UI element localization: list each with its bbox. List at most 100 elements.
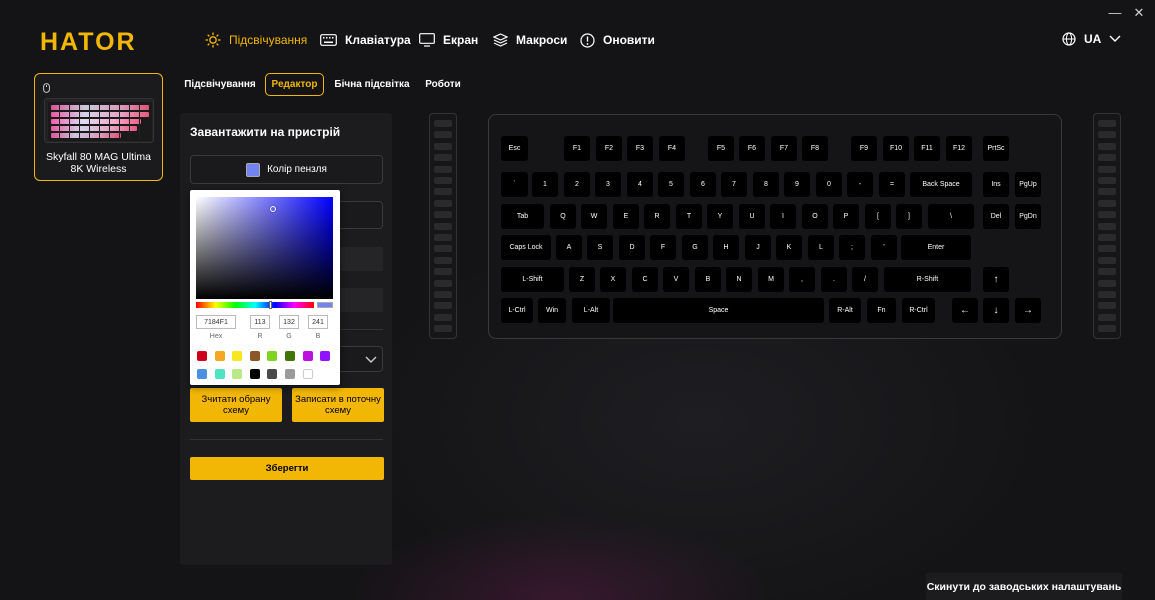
light-bar-segment[interactable] — [1098, 313, 1116, 321]
key-esc[interactable]: Esc — [501, 136, 528, 161]
saturation-value-area[interactable] — [196, 197, 333, 299]
key-ins[interactable]: Ins — [983, 172, 1009, 197]
light-bar-segment[interactable] — [434, 302, 452, 310]
key-tab[interactable]: Tab — [501, 204, 544, 229]
key-r[interactable]: R — [644, 204, 670, 229]
r-input[interactable]: 113 — [250, 315, 270, 329]
preset-color-swatch[interactable] — [215, 369, 225, 379]
key-1[interactable]: 1 — [532, 172, 558, 197]
hue-slider[interactable] — [196, 301, 314, 309]
light-bar-segment[interactable] — [434, 142, 452, 150]
nav-screen[interactable]: Екран — [419, 31, 478, 49]
key-[interactable]: ; — [839, 235, 865, 260]
light-bar-segment[interactable] — [434, 177, 452, 184]
color-cursor[interactable] — [270, 206, 276, 212]
key-n[interactable]: N — [726, 267, 752, 292]
g-input[interactable]: 132 — [279, 315, 299, 329]
nav-lighting[interactable]: Підсвічування — [205, 31, 307, 49]
preset-color-swatch[interactable] — [267, 369, 277, 379]
key-f1[interactable]: F1 — [564, 136, 590, 161]
key-[interactable]: , — [789, 267, 815, 292]
key-prtsc[interactable]: PrtSc — [983, 136, 1009, 161]
preset-color-swatch[interactable] — [197, 369, 207, 379]
key-[interactable]: ' — [871, 235, 897, 260]
key-caps-lock[interactable]: Caps Lock — [501, 235, 551, 260]
light-bar-segment[interactable] — [434, 188, 452, 196]
save-button[interactable]: Зберегти — [190, 457, 384, 480]
key-f8[interactable]: F8 — [802, 136, 828, 161]
key-5[interactable]: 5 — [658, 172, 684, 197]
key-[interactable]: [ — [865, 204, 891, 229]
key-enter[interactable]: Enter — [901, 235, 971, 260]
light-bar-segment[interactable] — [1098, 177, 1116, 184]
key-4[interactable]: 4 — [627, 172, 653, 197]
key-w[interactable]: W — [581, 204, 607, 229]
light-bar-segment[interactable] — [1098, 165, 1116, 173]
light-bar-segment[interactable] — [434, 222, 452, 230]
key-l[interactable]: L — [808, 235, 834, 260]
key-e[interactable]: E — [613, 204, 639, 229]
key-[interactable]: = — [879, 172, 905, 197]
light-bar-segment[interactable] — [434, 131, 452, 139]
key-9[interactable]: 9 — [784, 172, 810, 197]
device-card[interactable]: Skyfall 80 MAG Ultima 8K Wireless — [34, 73, 163, 181]
key-back-space[interactable]: Back Space — [910, 172, 972, 197]
preset-color-swatch[interactable] — [285, 369, 295, 379]
key-f2[interactable]: F2 — [596, 136, 622, 161]
subtab-side-lighting[interactable]: Бічна підсвітка — [333, 73, 411, 96]
key-i[interactable]: I — [770, 204, 796, 229]
light-bar-segment[interactable] — [1098, 325, 1116, 333]
light-bar-segment[interactable] — [1098, 302, 1116, 310]
preset-color-swatch[interactable] — [250, 351, 260, 361]
right-light-bar[interactable] — [1093, 113, 1121, 339]
key-l-shift[interactable]: L-Shift — [501, 267, 564, 292]
light-bar-segment[interactable] — [434, 165, 452, 173]
key-8[interactable]: 8 — [753, 172, 779, 197]
b-input[interactable]: 241 — [308, 315, 328, 329]
preset-color-swatch[interactable] — [232, 351, 242, 361]
light-bar-segment[interactable] — [434, 245, 452, 253]
key-[interactable]: ↓ — [983, 298, 1009, 323]
light-bar-segment[interactable] — [434, 234, 452, 241]
key-l-ctrl[interactable]: L-Ctrl — [501, 298, 533, 323]
key-a[interactable]: A — [556, 235, 582, 260]
key-o[interactable]: O — [802, 204, 828, 229]
key-2[interactable]: 2 — [564, 172, 590, 197]
left-light-bar[interactable] — [429, 113, 457, 339]
key-t[interactable]: T — [676, 204, 702, 229]
key-r-ctrl[interactable]: R-Ctrl — [902, 298, 935, 323]
key-[interactable]: ` — [501, 172, 528, 197]
light-bar-segment[interactable] — [434, 279, 452, 287]
key-u[interactable]: U — [739, 204, 765, 229]
key-f[interactable]: F — [650, 235, 676, 260]
key-[interactable]: → — [1015, 298, 1041, 323]
nav-keyboard[interactable]: Клавіатура — [320, 31, 411, 49]
preset-color-swatch[interactable] — [320, 351, 330, 361]
key-d[interactable]: D — [619, 235, 645, 260]
light-bar-segment[interactable] — [1098, 256, 1116, 264]
key-b[interactable]: B — [695, 267, 721, 292]
key-space[interactable]: Space — [613, 298, 824, 323]
write-scheme-button[interactable]: Записати в поточну схему — [292, 388, 384, 422]
preset-color-swatch[interactable] — [250, 369, 260, 379]
key-pgdn[interactable]: PgDn — [1015, 204, 1041, 229]
subtab-robots[interactable]: Роботи — [420, 73, 466, 96]
light-bar-segment[interactable] — [434, 291, 452, 298]
light-bar-segment[interactable] — [434, 154, 452, 162]
key-[interactable]: . — [821, 267, 847, 292]
factory-reset-button[interactable]: Скинути до заводських налаштувань — [926, 573, 1122, 600]
brush-color-button[interactable]: Колір пензля — [190, 155, 383, 184]
key-r-alt[interactable]: R-Alt — [829, 298, 861, 323]
light-bar-segment[interactable] — [434, 120, 452, 127]
light-bar-segment[interactable] — [434, 313, 452, 321]
light-bar-segment[interactable] — [1098, 154, 1116, 162]
key-f4[interactable]: F4 — [659, 136, 685, 161]
key-m[interactable]: M — [758, 267, 784, 292]
light-bar-segment[interactable] — [1098, 234, 1116, 241]
key-[interactable]: ↑ — [983, 267, 1009, 292]
light-bar-segment[interactable] — [1098, 120, 1116, 127]
read-scheme-button[interactable]: Зчитати обрану схему — [190, 388, 282, 422]
light-bar-segment[interactable] — [434, 268, 452, 276]
hex-input[interactable]: 7184F1 — [196, 315, 236, 329]
light-bar-segment[interactable] — [1098, 222, 1116, 230]
